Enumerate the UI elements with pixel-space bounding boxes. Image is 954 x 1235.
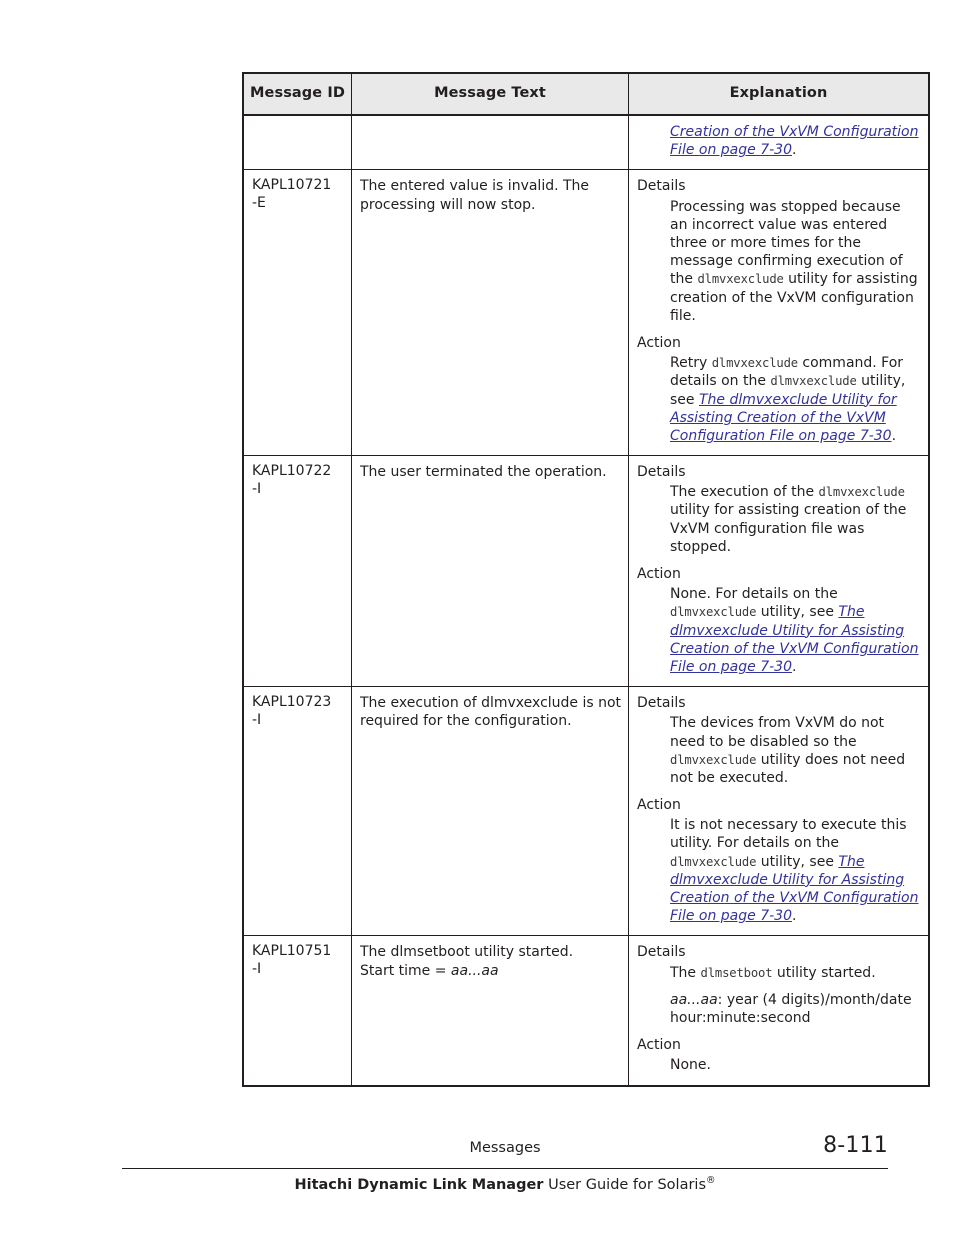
cell-message-id: KAPL10722 -I	[243, 455, 352, 687]
footer-divider	[122, 1168, 888, 1169]
details-label: Details	[637, 695, 686, 712]
cell-message-text	[351, 115, 629, 170]
cell-explanation: Details The execution of the dlmvxexclud…	[628, 455, 929, 687]
action-label: Action	[637, 1037, 681, 1054]
details-body-note: aa...aa: year (4 digits)/month/date hour…	[670, 991, 912, 1026]
footer-book-title: Hitachi Dynamic Link Manager User Guide …	[122, 1175, 888, 1193]
action-label: Action	[637, 797, 681, 814]
footer-book-title-product: Hitachi Dynamic Link Manager	[294, 1176, 544, 1193]
table-header-row: Message ID Message Text Explanation	[243, 73, 929, 117]
details-body: The execution of the dlmvxexclude utilit…	[670, 484, 907, 555]
code-literal: dlmvxexclude	[670, 752, 757, 767]
details-body: Processing was stopped because an incorr…	[670, 198, 918, 324]
message-text-line: The execution of dlmvxexclude is not req…	[360, 695, 622, 730]
cell-message-text: The execution of dlmvxexclude is not req…	[351, 686, 629, 936]
table-body: Creation of the VxVM Configuration File …	[243, 115, 929, 1086]
column-header-message-id: Message ID	[243, 73, 352, 117]
details-body: The devices from VxVM do not need to be …	[670, 715, 906, 786]
details-label: Details	[637, 464, 686, 481]
details-label: Details	[637, 944, 686, 961]
cell-message-id: KAPL10751 -I	[243, 935, 352, 1086]
footer-chapter-name: Messages	[469, 1140, 541, 1156]
table-header: Message ID Message Text Explanation	[243, 73, 929, 117]
action-body: Retry dlmvxexclude command. For details …	[670, 355, 906, 444]
code-literal: dlmvxexclude	[670, 854, 757, 869]
table-row: Creation of the VxVM Configuration File …	[243, 115, 929, 170]
cell-message-text: The entered value is invalid. The proces…	[351, 169, 629, 456]
column-header-message-text: Message Text	[351, 73, 629, 117]
details-label: Details	[637, 178, 686, 195]
action-label: Action	[637, 334, 681, 351]
footer-page-number: 8-111	[823, 1133, 888, 1158]
action-body: It is not necessary to execute this util…	[670, 817, 919, 925]
document-page: Message ID Message Text Explanation Crea…	[0, 0, 954, 1235]
message-reference-table: Message ID Message Text Explanation Crea…	[242, 72, 930, 1087]
cell-explanation: Details The devices from VxVM do not nee…	[628, 686, 929, 936]
code-literal: dlmvxexclude	[697, 272, 784, 287]
table-row: KAPL10721 -E The entered value is invali…	[243, 169, 929, 456]
message-text-line: The user terminated the operation.	[360, 464, 607, 481]
code-literal: dlmvxexclude	[711, 356, 798, 371]
table-row: KAPL10723 -I The execution of dlmvxexclu…	[243, 686, 929, 936]
action-label: Action	[637, 566, 681, 583]
registered-mark-icon: ®	[706, 1175, 716, 1186]
action-body: None. For details on the dlmvxexclude ut…	[670, 586, 919, 675]
variable-placeholder: aa...aa	[670, 991, 718, 1008]
code-literal: dlmvxexclude	[770, 374, 857, 389]
cell-message-id: KAPL10721 -E	[243, 169, 352, 456]
code-literal: dlmsetboot	[700, 965, 773, 980]
column-header-explanation: Explanation	[628, 73, 929, 117]
cell-message-id: KAPL10723 -I	[243, 686, 352, 936]
action-body: None.	[670, 1057, 711, 1074]
table-row: KAPL10751 -I The dlmsetboot utility star…	[243, 935, 929, 1086]
cell-message-id	[243, 115, 352, 170]
cell-message-text: The user terminated the operation.	[351, 455, 629, 687]
continued-explanation-fragment: Creation of the VxVM Configuration File …	[637, 123, 922, 159]
details-body: The dlmsetboot utility started.	[670, 964, 876, 981]
variable-placeholder: aa...aa	[450, 962, 499, 979]
cross-reference-link[interactable]: The dlmvxexclude Utility for Assisting C…	[670, 392, 897, 444]
cell-explanation: Details Processing was stopped because a…	[628, 169, 929, 456]
code-literal: dlmvxexclude	[670, 605, 757, 620]
cell-explanation: Details The dlmsetboot utility started. …	[628, 935, 929, 1086]
footer-top-line: Messages 8-111	[122, 1133, 888, 1166]
message-text-line: The entered value is invalid. The proces…	[360, 178, 590, 213]
code-literal: dlmvxexclude	[818, 485, 905, 500]
page-footer: Messages 8-111 Hitachi Dynamic Link Mana…	[122, 1133, 888, 1193]
cell-explanation: Creation of the VxVM Configuration File …	[628, 115, 929, 170]
cell-message-text: The dlmsetboot utility started. Start tim…	[351, 935, 629, 1086]
table-row: KAPL10722 -I The user terminated the ope…	[243, 455, 929, 687]
footer-book-title-rest: User Guide for Solaris	[543, 1176, 707, 1193]
message-text-line: The dlmsetboot utility started. Start tim…	[360, 944, 574, 979]
fragment-tail: .	[791, 142, 797, 159]
